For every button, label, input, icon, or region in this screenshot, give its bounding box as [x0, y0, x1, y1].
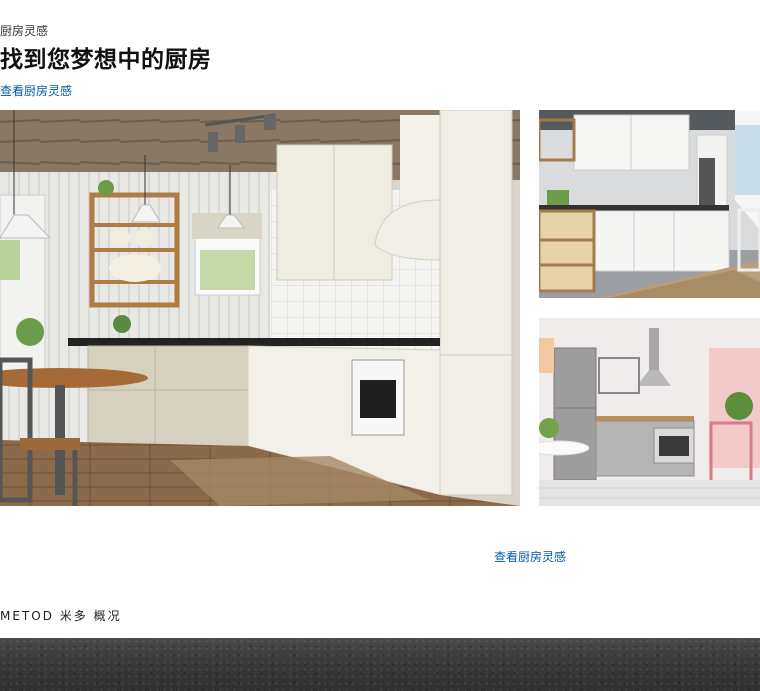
stainless-kitchen-photo[interactable] [539, 318, 760, 506]
section-eyebrow: 厨房灵感 [0, 24, 49, 38]
white-kitchen-photo[interactable] [539, 110, 760, 298]
metod-overview-heading: METOD 米多 概况 [0, 609, 122, 623]
page-title: 找到您梦想中的厨房 [0, 47, 212, 73]
hero-kitchen-photo[interactable] [0, 110, 520, 506]
stone-texture-banner [0, 638, 760, 691]
view-inspiration-link-top[interactable]: 查看厨房灵感 [0, 82, 72, 99]
view-inspiration-link-bottom[interactable]: 查看厨房灵感 [494, 548, 566, 565]
